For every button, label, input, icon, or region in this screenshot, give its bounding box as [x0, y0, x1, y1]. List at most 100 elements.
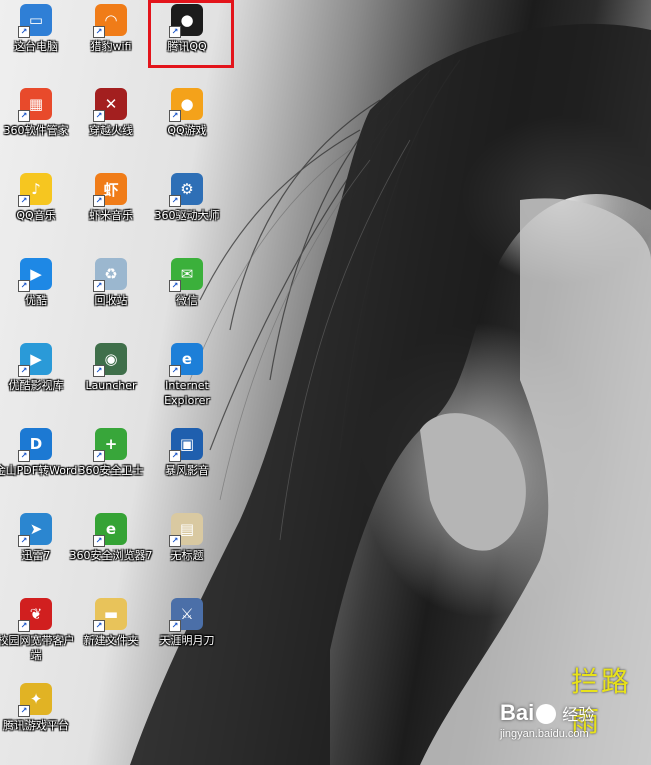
shortcut-arrow-icon: ↗ — [18, 535, 30, 547]
shortcut-arrow-icon: ↗ — [93, 110, 105, 122]
desktop-icon-label: 金山PDF转Word — [0, 464, 78, 477]
watermark-logo-left: Bai — [500, 700, 535, 725]
desktop-icon[interactable]: e ↗ Internet Explorer — [148, 343, 226, 408]
shortcut-arrow-icon: ↗ — [169, 110, 181, 122]
desktop-icon-label: QQ音乐 — [16, 209, 56, 222]
wifi-icon: ◠ ↗ — [93, 4, 127, 38]
desktop-icon-label: 回收站 — [94, 294, 128, 307]
internet-explorer-icon: e ↗ — [169, 343, 203, 377]
shortcut-arrow-icon: ↗ — [169, 620, 181, 632]
desktop-icon-label: 优酷影视库 — [8, 379, 64, 392]
shortcut-arrow-icon: ↗ — [18, 110, 30, 122]
desktop-icon[interactable]: ⚔ ↗ 天涯明月刀 — [148, 598, 226, 648]
desktop-icon[interactable]: ◠ ↗ 猎豹wifi — [72, 4, 150, 54]
shortcut-arrow-icon: ↗ — [18, 450, 30, 462]
shortcut-arrow-icon: ↗ — [169, 280, 181, 292]
desktop-icon[interactable]: ⚙ ↗ 360驱动大师 — [148, 173, 226, 223]
desktop-icon-label: 猎豹wifi — [90, 40, 132, 53]
desktop-icon[interactable]: ▣ ↗ 暴风影音 — [148, 428, 226, 478]
campus-network-client-icon: ❦ ↗ — [18, 598, 52, 632]
watermark-logo-right: 经验 — [562, 707, 595, 724]
desktop-icon[interactable]: ◉ ↗ Launcher — [72, 343, 150, 393]
thunder-icon: ➤ ↗ — [18, 513, 52, 547]
pdf-to-word-icon: D ↗ — [18, 428, 52, 462]
desktop-icon-label: 穿越火线 — [89, 124, 133, 137]
desktop-icon[interactable]: ✦ ↗ 腾讯游戏平台 — [0, 683, 75, 733]
desktop-icon[interactable]: ✕ ↗ 穿越火线 — [72, 88, 150, 138]
desktop-icon-label: 迅雷7 — [21, 549, 51, 562]
desktop-icon-label: 优酷 — [25, 294, 47, 307]
desktop-icon-label: 360安全浏览器7 — [69, 549, 153, 562]
desktop-icon[interactable]: ▬ ↗ 新建文件夹 — [72, 598, 150, 648]
youku-icon: ▶ ↗ — [18, 258, 52, 292]
desktop-icon-label: 暴风影音 — [165, 464, 209, 477]
shortcut-arrow-icon: ↗ — [169, 195, 181, 207]
desktop-icon[interactable]: ▶ ↗ 优酷影视库 — [0, 343, 75, 393]
desktop-icon[interactable]: ♪ ↗ QQ音乐 — [0, 173, 75, 223]
shortcut-arrow-icon: ↗ — [93, 620, 105, 632]
shortcut-arrow-icon: ↗ — [93, 280, 105, 292]
wechat-icon: ✉ ↗ — [169, 258, 203, 292]
desktop-icon[interactable]: ❦ ↗ 校园网宽带客户端 — [0, 598, 75, 663]
qq-music-icon: ♪ ↗ — [18, 173, 52, 207]
shortcut-arrow-icon: ↗ — [18, 365, 30, 377]
desktop-icon-label: 校园网宽带客户端 — [0, 634, 75, 662]
folder-icon: ▬ ↗ — [93, 598, 127, 632]
desktop-icon[interactable]: + ↗ 360安全卫士 — [72, 428, 150, 478]
untitled-document-icon: ▤ ↗ — [169, 513, 203, 547]
desktop-icon[interactable]: ▤ ↗ 无标题 — [148, 513, 226, 563]
desktop-icon[interactable]: ➤ ↗ 迅雷7 — [0, 513, 75, 563]
tianya-mingyuedao-icon: ⚔ ↗ — [169, 598, 203, 632]
baofeng-player-icon: ▣ ↗ — [169, 428, 203, 462]
desktop-icon[interactable]: 虾 ↗ 虾米音乐 — [72, 173, 150, 223]
shortcut-arrow-icon: ↗ — [93, 365, 105, 377]
desktop-icon[interactable]: ● ↗ QQ游戏 — [148, 88, 226, 138]
desktop-icon-label: 无标题 — [170, 549, 204, 562]
youku-video-library-icon: ▶ ↗ — [18, 343, 52, 377]
desktop-icon-label: 天涯明月刀 — [159, 634, 215, 647]
launcher-icon: ◉ ↗ — [93, 343, 127, 377]
recycle-bin-icon: ♻ ↗ — [93, 258, 127, 292]
360-software-manager-icon: ▦ ↗ — [18, 88, 52, 122]
desktop-icon-label: 虾米音乐 — [89, 209, 133, 222]
desktop-icon-label: 微信 — [176, 294, 198, 307]
qq-game-icon: ● ↗ — [169, 88, 203, 122]
highlight-box — [148, 0, 234, 68]
shortcut-arrow-icon: ↗ — [93, 450, 105, 462]
watermark-url: jingyan.baidu.com — [500, 728, 589, 740]
desktop-icon[interactable]: ✉ ↗ 微信 — [148, 258, 226, 308]
shortcut-arrow-icon: ↗ — [169, 450, 181, 462]
baidu-paw-icon — [536, 704, 557, 725]
desktop-icon[interactable]: ▦ ↗ 360软件管家 — [0, 88, 75, 138]
desktop-icon[interactable]: D ↗ 金山PDF转Word — [0, 428, 78, 478]
360-browser-icon: e ↗ — [93, 513, 127, 547]
shortcut-arrow-icon: ↗ — [93, 26, 105, 38]
shortcut-arrow-icon: ↗ — [169, 535, 181, 547]
computer-icon: ▭ ↗ — [18, 4, 52, 38]
driver-master-icon: ⚙ ↗ — [169, 173, 203, 207]
tencent-game-platform-icon: ✦ ↗ — [18, 683, 52, 717]
desktop-icon-label: 这台电脑 — [14, 40, 58, 53]
crossfire-icon: ✕ ↗ — [93, 88, 127, 122]
desktop-icon-label: Internet Explorer — [164, 379, 210, 407]
desktop-icon-label: 腾讯游戏平台 — [3, 719, 69, 732]
shortcut-arrow-icon: ↗ — [169, 365, 181, 377]
shortcut-arrow-icon: ↗ — [18, 705, 30, 717]
desktop-icon-label: 360驱动大师 — [154, 209, 220, 222]
desktop-icon[interactable]: ▭ ↗ 这台电脑 — [0, 4, 75, 54]
360-security-icon: + ↗ — [93, 428, 127, 462]
desktop-icon-label: 新建文件夹 — [83, 634, 139, 647]
desktop-icon[interactable]: ▶ ↗ 优酷 — [0, 258, 75, 308]
desktop-icon-label: Launcher — [85, 379, 137, 392]
shortcut-arrow-icon: ↗ — [93, 535, 105, 547]
desktop-icon-label: 360安全卫士 — [78, 464, 144, 477]
desktop-icon[interactable]: e ↗ 360安全浏览器7 — [69, 513, 153, 563]
desktop-icon-label: QQ游戏 — [167, 124, 207, 137]
shortcut-arrow-icon: ↗ — [18, 195, 30, 207]
baidu-jingyan-watermark: Bai 经验 jingyan.baidu.com — [500, 700, 594, 740]
desktop-icon[interactable]: ♻ ↗ 回收站 — [72, 258, 150, 308]
shortcut-arrow-icon: ↗ — [93, 195, 105, 207]
shortcut-arrow-icon: ↗ — [18, 620, 30, 632]
xiami-music-icon: 虾 ↗ — [93, 173, 127, 207]
shortcut-arrow-icon: ↗ — [18, 280, 30, 292]
